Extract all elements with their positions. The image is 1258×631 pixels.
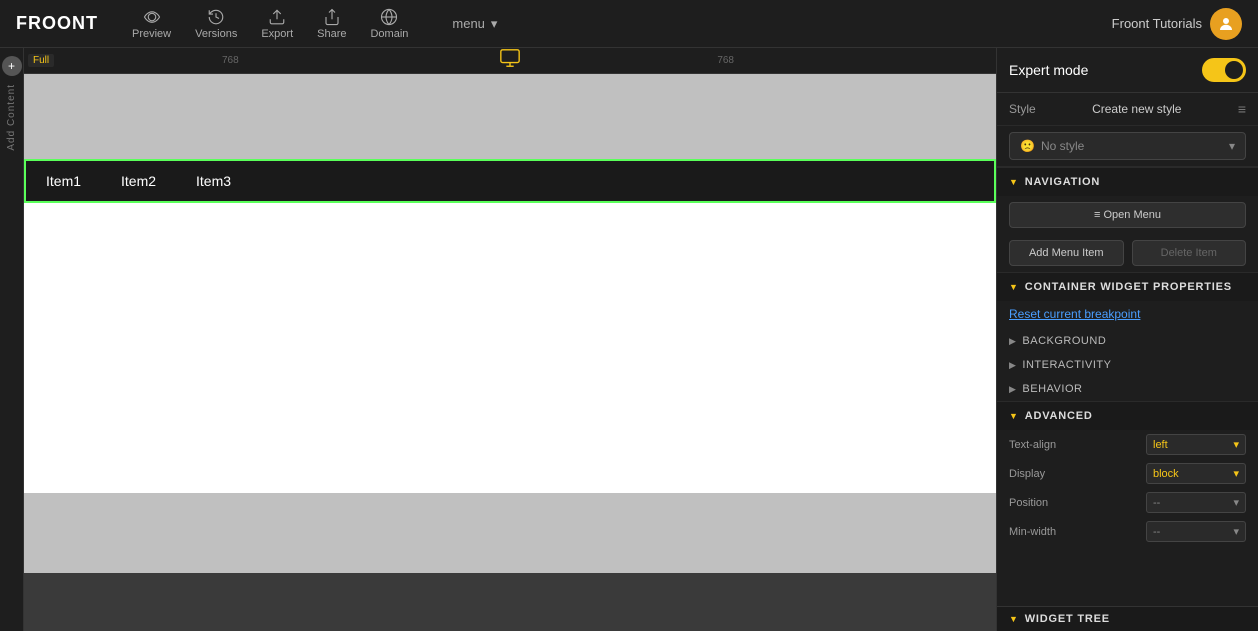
navigation-arrow-icon: ▼ <box>1009 177 1019 187</box>
display-chevron-icon: ▾ <box>1233 467 1239 480</box>
delete-item-button[interactable]: Delete Item <box>1132 240 1247 266</box>
widget-tree-arrow-icon: ▼ <box>1009 614 1019 624</box>
display-select[interactable]: block ▾ <box>1146 463 1246 484</box>
position-chevron-icon: ▾ <box>1233 496 1239 509</box>
container-props-arrow-icon: ▼ <box>1009 282 1019 292</box>
reset-breakpoint-link[interactable]: Reset current breakpoint <box>997 301 1258 329</box>
no-style-row: 🙁 No style ▾ <box>997 126 1258 167</box>
no-style-label: No style <box>1041 139 1084 153</box>
left-sidebar: + Add Content <box>0 48 24 631</box>
app-logo: FROONT <box>16 13 98 34</box>
display-label: Display <box>1009 468 1138 480</box>
chevron-down-icon: ▾ <box>1229 139 1235 153</box>
chevron-down-icon: ▾ <box>491 16 498 32</box>
add-menu-item-button[interactable]: Add Menu Item <box>1009 240 1124 266</box>
nav-item-2[interactable]: Item2 <box>121 173 156 189</box>
expert-mode-label: Expert mode <box>1009 62 1088 78</box>
right-panel: Expert mode Style Create new style ≡ 🙁 N… <box>996 48 1258 631</box>
min-width-chevron-icon: ▾ <box>1233 525 1239 538</box>
min-width-select[interactable]: -- ▾ <box>1146 521 1246 542</box>
preview-button[interactable]: Preview <box>122 4 181 44</box>
advanced-arrow-icon: ▼ <box>1009 411 1019 421</box>
toggle-knob <box>1225 61 1243 79</box>
add-content-label[interactable]: Add Content <box>6 84 17 151</box>
style-label: Style <box>1009 102 1036 116</box>
advanced-section-header[interactable]: ▼ ADVANCED <box>997 401 1258 430</box>
style-row: Style Create new style ≡ <box>997 93 1258 126</box>
background-caret-icon: ▶ <box>1009 336 1016 347</box>
no-style-select[interactable]: 🙁 No style ▾ <box>1009 132 1246 160</box>
create-new-style-button[interactable]: Create new style <box>1092 102 1181 116</box>
menu-button[interactable]: menu ▾ <box>442 12 507 36</box>
navbar: FROONT Preview Versions Export Share Dom… <box>0 0 1258 48</box>
behavior-label: BEHAVIOR <box>1022 383 1082 395</box>
ruler-768-left: 768 <box>222 55 239 66</box>
add-content-plus-button[interactable]: + <box>2 56 22 76</box>
min-width-row: Min-width -- ▾ <box>997 517 1258 546</box>
sad-face-icon: 🙁 <box>1020 139 1035 153</box>
position-label: Position <box>1009 497 1138 509</box>
interactivity-label: INTERACTIVITY <box>1022 359 1111 371</box>
container-widget-props-header[interactable]: ▼ CONTAINER WIDGET PROPERTIES <box>997 272 1258 301</box>
user-info: Froont Tutorials <box>1112 8 1242 40</box>
background-label: BACKGROUND <box>1022 335 1106 347</box>
expert-mode-toggle[interactable] <box>1202 58 1246 82</box>
text-align-row: Text-align left ▾ <box>997 430 1258 459</box>
text-align-label: Text-align <box>1009 439 1138 451</box>
style-menu-icon[interactable]: ≡ <box>1238 101 1246 117</box>
page-section-gray-bottom <box>24 493 996 573</box>
page-section-gray-top <box>24 74 996 159</box>
text-align-chevron-icon: ▾ <box>1233 438 1239 451</box>
navigation-label: NAVIGATION <box>1025 176 1100 188</box>
canvas-content[interactable]: Item1 Item2 Item3 <box>24 74 996 631</box>
expert-mode-header: Expert mode <box>997 48 1258 93</box>
behavior-caret-icon: ▶ <box>1009 384 1016 395</box>
domain-button[interactable]: Domain <box>360 4 418 44</box>
avatar[interactable] <box>1210 8 1242 40</box>
canvas-area: Full 768 768 Item1 Item2 Item3 <box>24 48 996 631</box>
interactivity-caret-icon: ▶ <box>1009 360 1016 371</box>
ruler-bar: Full 768 768 <box>24 48 996 74</box>
behavior-section[interactable]: ▶ BEHAVIOR <box>997 377 1258 401</box>
interactivity-section[interactable]: ▶ INTERACTIVITY <box>997 353 1258 377</box>
position-select[interactable]: -- ▾ <box>1146 492 1246 513</box>
background-section[interactable]: ▶ BACKGROUND <box>997 329 1258 353</box>
open-menu-row: ≡ Open Menu <box>997 196 1258 234</box>
menu-item-buttons-row: Add Menu Item Delete Item <box>997 234 1258 272</box>
canvas-inner: Item1 Item2 Item3 <box>24 74 996 631</box>
position-row: Position -- ▾ <box>997 488 1258 517</box>
nav-item-3[interactable]: Item3 <box>196 173 231 189</box>
share-button[interactable]: Share <box>307 4 356 44</box>
main-layout: + Add Content Full 768 768 Item1 Item2 I… <box>0 48 1258 631</box>
open-menu-button[interactable]: ≡ Open Menu <box>1009 202 1246 228</box>
page-nav-bar[interactable]: Item1 Item2 Item3 <box>24 159 996 203</box>
monitor-icon <box>499 48 521 74</box>
display-row: Display block ▾ <box>997 459 1258 488</box>
widget-tree-label: WIDGET TREE <box>1025 613 1110 625</box>
min-width-label: Min-width <box>1009 526 1138 538</box>
advanced-label: ADVANCED <box>1025 410 1093 422</box>
text-align-select[interactable]: left ▾ <box>1146 434 1246 455</box>
versions-button[interactable]: Versions <box>185 4 247 44</box>
export-button[interactable]: Export <box>251 4 303 44</box>
ruler-768-right: 768 <box>717 55 734 66</box>
navigation-section-header[interactable]: ▼ NAVIGATION <box>997 167 1258 196</box>
container-widget-props-label: CONTAINER WIDGET PROPERTIES <box>1025 281 1232 293</box>
nav-item-1[interactable]: Item1 <box>46 173 81 189</box>
breakpoint-full[interactable]: Full <box>28 54 54 67</box>
page-section-white <box>24 203 996 493</box>
widget-tree-section[interactable]: ▼ WIDGET TREE <box>997 606 1258 631</box>
nav-items: Preview Versions Export Share Domain <box>122 4 418 44</box>
